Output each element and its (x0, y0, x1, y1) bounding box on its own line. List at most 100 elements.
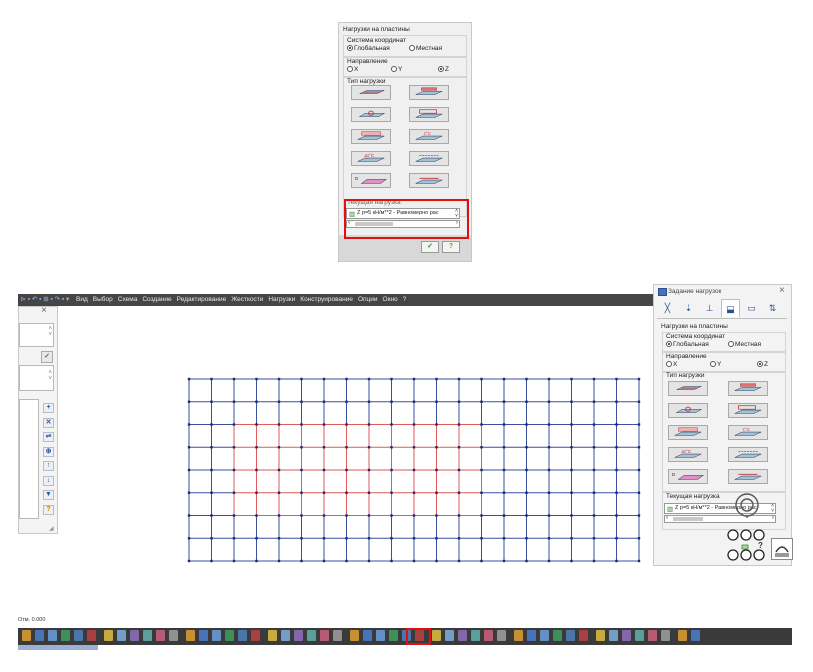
grid-node[interactable] (502, 400, 506, 403)
toolbar-tool-icon[interactable] (307, 630, 316, 641)
grid-node[interactable] (637, 514, 641, 517)
grid-node[interactable] (232, 468, 236, 472)
load-type-concentrated-button[interactable] (351, 107, 391, 122)
copy-button[interactable]: ⇌ (43, 432, 54, 442)
grid-node[interactable] (525, 514, 528, 517)
move-down-button[interactable]: ↓ (43, 475, 54, 486)
grid-node[interactable] (525, 377, 528, 381)
grid-node[interactable] (300, 400, 303, 403)
grid-node[interactable] (187, 537, 191, 540)
grid-node[interactable] (345, 468, 348, 472)
grid-node[interactable] (255, 446, 258, 449)
grid-node[interactable] (547, 377, 551, 381)
grid-node[interactable] (390, 446, 393, 449)
menu-item-1[interactable]: Выбор (90, 294, 115, 306)
grid-node[interactable] (300, 377, 303, 381)
scroll-left-icon[interactable]: ‹ (666, 515, 668, 521)
toolbar-tool-icon[interactable] (117, 630, 126, 641)
toolbar-tool-icon[interactable] (156, 630, 165, 641)
help-button[interactable]: ? (442, 241, 460, 253)
load-type-uniform-button[interactable] (668, 381, 708, 396)
grid-node[interactable] (277, 377, 281, 381)
grid-node[interactable] (547, 468, 551, 472)
grid-node[interactable] (300, 559, 303, 563)
grid-node[interactable] (390, 377, 393, 381)
grid-node[interactable] (547, 491, 551, 494)
load-type-area-button[interactable] (728, 403, 768, 418)
grid-node[interactable] (300, 468, 303, 472)
grid-node[interactable] (300, 514, 303, 517)
grid-node[interactable] (570, 423, 573, 426)
load-type-dynamic-button[interactable]: D (668, 469, 708, 484)
grid-node[interactable] (412, 559, 416, 563)
grid-node[interactable] (345, 423, 348, 426)
scroll-thumb[interactable] (673, 517, 703, 521)
toolbar-tool-icon[interactable] (596, 630, 605, 641)
grid-node[interactable] (367, 400, 371, 403)
toolbar-tool-icon[interactable] (212, 630, 221, 641)
grid-node[interactable] (277, 491, 281, 494)
menu-item-2[interactable]: Схема (115, 294, 140, 306)
grid-node[interactable] (390, 514, 393, 517)
toolbar-tool-icon[interactable] (130, 630, 139, 641)
grid-node[interactable] (525, 400, 528, 403)
grid-node[interactable] (457, 559, 461, 563)
grid-node[interactable] (435, 537, 438, 540)
toolbar-tool-icon[interactable] (661, 630, 670, 641)
grid-node[interactable] (210, 514, 213, 517)
grid-node[interactable] (502, 423, 506, 426)
grid-node[interactable] (502, 559, 506, 563)
grid-node[interactable] (570, 559, 573, 563)
coord-global-radio[interactable]: Глобальная (666, 341, 709, 348)
grid-node[interactable] (390, 423, 393, 426)
grid-node[interactable] (502, 377, 506, 381)
grid-node[interactable] (525, 559, 528, 563)
toolbar-tool-icon[interactable] (678, 630, 687, 641)
grid-node[interactable] (637, 491, 641, 494)
grid-node[interactable] (367, 423, 371, 426)
grid-node[interactable] (615, 377, 618, 381)
toolbar-tool-icon[interactable] (497, 630, 506, 641)
grid-node[interactable] (255, 491, 258, 494)
toolbar-tool-icon[interactable] (225, 630, 234, 641)
grid-node[interactable] (637, 468, 641, 472)
grid-node[interactable] (525, 468, 528, 472)
grid-node[interactable] (255, 400, 258, 403)
grid-node[interactable] (457, 446, 461, 449)
grid-node[interactable] (435, 491, 438, 494)
grid-node[interactable] (457, 537, 461, 540)
grid-node[interactable] (615, 446, 618, 449)
load-type-line-button[interactable] (409, 151, 449, 166)
grid-node[interactable] (367, 514, 371, 517)
grid-node[interactable] (210, 468, 213, 472)
grid-node[interactable] (345, 491, 348, 494)
grid-node[interactable] (322, 423, 326, 426)
grid-node[interactable] (480, 559, 483, 563)
spin-icon[interactable]: ˄ ˅ (48, 326, 52, 338)
grid-node[interactable] (502, 446, 506, 449)
grid-node[interactable] (592, 491, 596, 494)
grid-node[interactable] (412, 537, 416, 540)
toolbar-tool-icon[interactable] (471, 630, 480, 641)
grid-node[interactable] (412, 514, 416, 517)
grid-node[interactable] (210, 491, 213, 494)
grid-node[interactable] (480, 400, 483, 403)
grid-node[interactable] (570, 491, 573, 494)
grid-node[interactable] (255, 468, 258, 472)
coord-local-radio[interactable]: Местная (409, 45, 442, 52)
grid-node[interactable] (232, 423, 236, 426)
grid-node[interactable] (615, 514, 618, 517)
load-type-edge-button[interactable] (728, 469, 768, 484)
grid-node[interactable] (637, 377, 641, 381)
toolbar-tool-icon[interactable] (251, 630, 260, 641)
filter-button[interactable]: ▼ (43, 490, 54, 500)
grid-node[interactable] (457, 400, 461, 403)
dir-x-radio[interactable]: X (666, 361, 677, 368)
grid-node[interactable] (277, 468, 281, 472)
grid-node[interactable] (480, 377, 483, 381)
toolbar-tool-icon[interactable] (540, 630, 549, 641)
grid-node[interactable] (255, 423, 258, 426)
grid-node[interactable] (232, 559, 236, 563)
load-type-area-button[interactable] (409, 107, 449, 122)
toolbar-tool-icon[interactable] (648, 630, 657, 641)
